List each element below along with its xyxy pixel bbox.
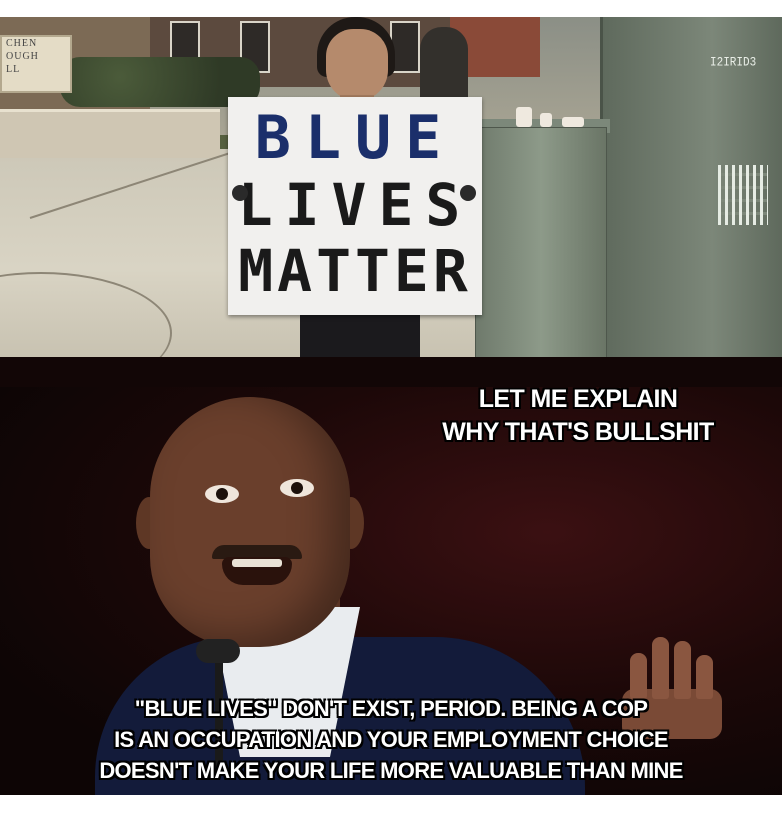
meme-top-caption: LET ME EXPLAIN WHY THAT'S BULLSHIT	[388, 383, 768, 449]
caption-line: "BLUE LIVES" DON'T EXIST, PERIOD. BEING …	[134, 696, 648, 721]
sign-line-blue: BLUE	[254, 103, 456, 173]
comedian-teeth	[232, 559, 282, 567]
stone-planter	[0, 109, 220, 158]
caption-line: IS AN OCCUPATION AND YOUR EMPLOYMENT CHO…	[114, 727, 668, 752]
stone-sign-line: LL	[6, 64, 21, 75]
stone-building-sign: CHEN OUGH LL	[0, 35, 72, 93]
sign-sticker-icon	[460, 185, 476, 201]
protest-sign: BLUE LIVES MATTER	[228, 97, 482, 315]
microphone-icon	[196, 639, 240, 663]
comedian-eye	[205, 485, 239, 503]
caption-line: LET ME EXPLAIN	[478, 385, 678, 413]
caption-line: DOESN'T MAKE YOUR LIFE MORE VALUABLE THA…	[99, 758, 683, 783]
stone-sign-line: OUGH	[6, 51, 39, 62]
sign-sticker-icon	[232, 185, 248, 201]
sign-line-matter: MATTER	[238, 237, 472, 305]
protest-photo: CHEN OUGH LL I2IRID3 BLUE LIVES MATTER	[0, 17, 782, 357]
comedian-raised-hand	[622, 619, 722, 739]
comedian-head	[150, 397, 350, 647]
meme-bottom-caption: "BLUE LIVES" DON'T EXIST, PERIOD. BEING …	[0, 693, 782, 786]
cabinet-vent	[718, 165, 768, 225]
cabinet-sticker: I2IRID3	[710, 55, 757, 71]
comedian-photo: LET ME EXPLAIN WHY THAT'S BULLSHIT "BLUE…	[0, 357, 782, 795]
stone-sign-line: CHEN	[6, 38, 38, 49]
discarded-cups	[512, 103, 592, 127]
comedian-eye	[280, 479, 314, 497]
sign-line-lives: LIVES	[237, 171, 473, 239]
protester-face	[326, 29, 388, 101]
utility-cabinet-small	[475, 127, 607, 357]
meme-image: CHEN OUGH LL I2IRID3 BLUE LIVES MATTER L…	[0, 17, 782, 795]
caption-line: WHY THAT'S BULLSHIT	[442, 418, 714, 446]
